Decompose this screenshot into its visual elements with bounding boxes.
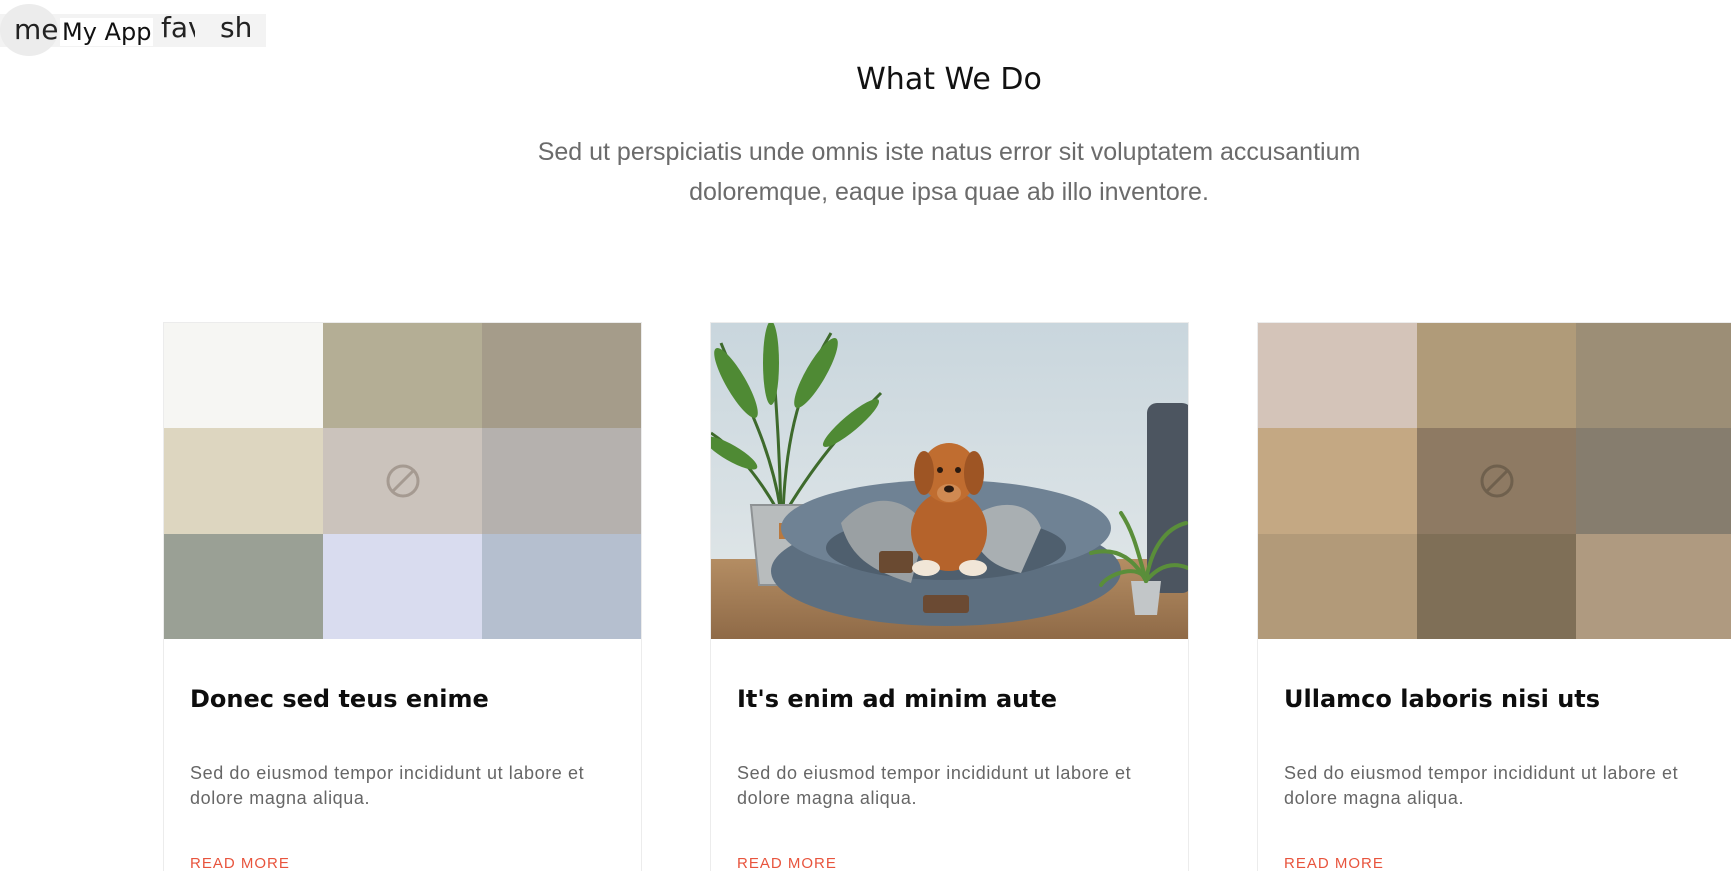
favorite-icon-label: favorite <box>161 11 195 44</box>
section-subtitle: Sed ut perspiciatis unde omnis iste natu… <box>537 138 1361 206</box>
card-text: Sed do eiusmod tempor incididunt ut labo… <box>1284 763 1679 808</box>
card-text: Sed do eiusmod tempor incididunt ut labo… <box>737 763 1132 808</box>
mosaic-tile <box>1576 323 1731 429</box>
read-more-link[interactable]: READ MORE <box>190 855 290 871</box>
read-more-link[interactable]: READ MORE <box>737 855 837 871</box>
service-card: Donec sed teus enime Sed do eiusmod temp… <box>163 322 642 871</box>
card-title: It's enim ad minim aute <box>737 685 1058 713</box>
page: menu My App favorite sh What We Do Sed u… <box>0 0 1731 871</box>
menu-icon-label: menu <box>14 13 58 46</box>
service-card: Ullamco laboris nisi uts Sed do eiusmod … <box>1257 322 1731 871</box>
mosaic-tile <box>1417 533 1576 639</box>
mosaic-tile <box>164 533 323 639</box>
mosaic-tile <box>482 428 641 534</box>
menu-icon[interactable]: menu <box>0 4 58 56</box>
mosaic-tile <box>1576 428 1731 534</box>
read-more-link[interactable]: READ MORE <box>1284 855 1384 871</box>
card-image-placeholder <box>1258 323 1731 639</box>
image-blocked-icon <box>1480 464 1513 498</box>
card-text: Sed do eiusmod tempor incididunt ut labo… <box>190 763 585 808</box>
mosaic-tile <box>164 428 323 534</box>
card-image-placeholder <box>164 323 641 639</box>
mosaic-tile <box>164 323 323 429</box>
card-image <box>711 323 1188 639</box>
card-title: Donec sed teus enime <box>190 685 489 713</box>
mosaic-tile <box>482 533 641 639</box>
mosaic-tile <box>482 323 641 429</box>
card-title: Ullamco laboris nisi uts <box>1284 685 1601 713</box>
service-card: It's enim ad minim aute Sed do eiusmod t… <box>710 322 1189 871</box>
mosaic-tile <box>1258 533 1417 639</box>
mosaic-tile <box>323 533 482 639</box>
share-icon[interactable]: sh <box>220 10 252 46</box>
mosaic-tile <box>1417 323 1576 429</box>
section-title: What We Do <box>856 62 1042 97</box>
mosaic-tile <box>323 323 482 429</box>
mosaic-tile <box>1258 323 1417 429</box>
app-title: My App <box>60 18 154 46</box>
image-blocked-icon <box>386 464 419 498</box>
mosaic-tile <box>1576 533 1731 639</box>
dog-on-bed-image <box>711 323 1188 639</box>
favorite-icon[interactable]: favorite <box>161 10 195 46</box>
mosaic-tile <box>1258 428 1417 534</box>
